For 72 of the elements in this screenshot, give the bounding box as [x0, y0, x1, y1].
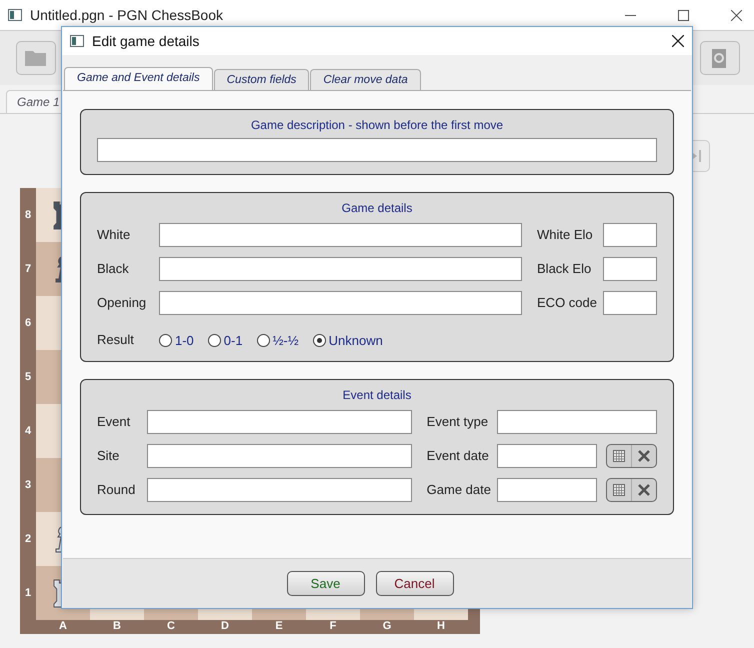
- file-label: A: [59, 620, 67, 634]
- field-label: White Elo: [537, 226, 594, 244]
- calendar-icon: [613, 450, 625, 462]
- file-label: C: [167, 620, 175, 634]
- app-icon: [70, 35, 84, 47]
- rank-label: 5: [24, 371, 32, 383]
- maximize-icon[interactable]: [678, 10, 689, 20]
- save-button[interactable]: Save: [286, 571, 364, 596]
- rank-label: 6: [24, 317, 32, 329]
- field-label: Result: [97, 331, 135, 349]
- input-field[interactable]: [97, 138, 657, 162]
- input-field[interactable]: [497, 410, 657, 434]
- rank-label: 3: [24, 479, 32, 491]
- close-icon[interactable]: [672, 35, 684, 47]
- open-folder-button[interactable]: [16, 41, 56, 75]
- rank-label: 1: [24, 587, 32, 599]
- radio-option[interactable]: 0-1: [208, 332, 243, 348]
- radio-option[interactable]: 1-0: [159, 332, 194, 348]
- folder-icon: [24, 48, 48, 68]
- field-label: Event date: [426, 447, 490, 465]
- field-label: Event: [97, 413, 132, 431]
- app-icon: [8, 9, 22, 21]
- file-label: E: [275, 620, 283, 634]
- radio-button[interactable]: [208, 334, 221, 346]
- rank-label: 8: [24, 209, 32, 221]
- field-label: Site: [97, 447, 120, 465]
- field-label: White: [97, 226, 132, 244]
- field-label: Black Elo: [537, 260, 592, 278]
- file-label: B: [113, 620, 121, 634]
- rank-label: 7: [24, 263, 32, 275]
- input-field[interactable]: [159, 257, 522, 281]
- file-label: D: [221, 620, 229, 634]
- rank-label: 4: [24, 425, 32, 437]
- tab[interactable]: Game and Event details: [64, 67, 213, 90]
- field-label: Event type: [426, 413, 490, 431]
- close-icon[interactable]: [731, 10, 742, 20]
- radio-option[interactable]: Unknown: [312, 332, 383, 348]
- field-label: ECO code: [537, 294, 597, 312]
- field-label: Black: [97, 260, 130, 278]
- calendar-icon: [613, 484, 625, 496]
- rank-label: 2: [24, 533, 32, 545]
- file-label: F: [330, 620, 336, 634]
- group-title: Game details: [342, 201, 412, 215]
- dialog-title: Edit game details: [92, 33, 200, 49]
- radio-button[interactable]: [256, 334, 270, 346]
- radio-option[interactable]: ½-½: [256, 332, 299, 348]
- date-field[interactable]: [497, 478, 597, 502]
- field-label: Game date: [426, 481, 491, 499]
- group-title: Event details: [342, 388, 412, 402]
- field-label: Opening: [97, 294, 148, 312]
- radio-button[interactable]: [312, 334, 326, 346]
- input-field[interactable]: [603, 257, 657, 281]
- input-field[interactable]: [147, 444, 412, 468]
- group-title: Game description - shown before the first move: [250, 118, 504, 132]
- tab[interactable]: Clear move data: [310, 69, 421, 90]
- input-field[interactable]: [147, 410, 412, 434]
- cancel-button[interactable]: Cancel: [376, 571, 454, 596]
- file-label: G: [382, 620, 392, 634]
- tab[interactable]: Custom fields: [214, 69, 310, 90]
- close-icon: [638, 484, 650, 496]
- input-field[interactable]: [159, 291, 522, 315]
- input-field[interactable]: [603, 223, 657, 247]
- input-field[interactable]: [147, 478, 412, 502]
- date-field[interactable]: [497, 444, 597, 468]
- input-field[interactable]: [159, 223, 522, 247]
- close-icon: [638, 450, 650, 462]
- file-label: H: [437, 620, 445, 634]
- input-field[interactable]: [603, 291, 657, 315]
- window-title: Untitled.pgn - PGN ChessBook: [30, 7, 223, 23]
- field-label: Round: [97, 481, 136, 499]
- radio-button[interactable]: [159, 334, 172, 346]
- help-button[interactable]: [700, 41, 740, 75]
